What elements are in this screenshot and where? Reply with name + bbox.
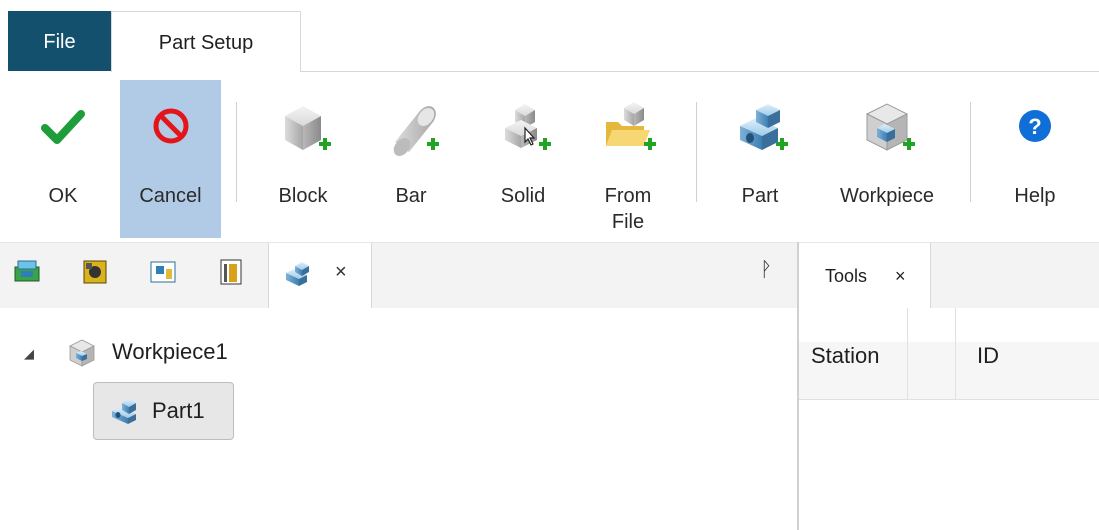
tooling-tab-icon[interactable] bbox=[80, 257, 110, 287]
close-tab-icon[interactable]: × bbox=[335, 261, 347, 284]
block-button[interactable]: Block bbox=[256, 80, 350, 238]
layout-tab-icon[interactable] bbox=[148, 257, 178, 287]
solid-label: Solid bbox=[500, 185, 546, 207]
workpiece-tree: ◢ Workpiece1 Part1 bbox=[0, 308, 797, 530]
column-divider[interactable] bbox=[955, 308, 956, 400]
solid-button[interactable]: Solid bbox=[476, 80, 570, 238]
tab-model-tree[interactable]: × bbox=[268, 243, 372, 309]
help-button[interactable]: ? Help bbox=[990, 80, 1080, 238]
workpiece-button[interactable]: Workpiece bbox=[822, 80, 952, 238]
help-label: Help bbox=[1014, 185, 1056, 207]
bar-stock-icon bbox=[393, 106, 439, 156]
column-divider[interactable] bbox=[907, 308, 908, 400]
close-tools-icon[interactable]: × bbox=[895, 266, 906, 287]
part-node-icon bbox=[112, 399, 136, 424]
help-icon: ? bbox=[1019, 110, 1051, 142]
bar-button[interactable]: Bar bbox=[366, 80, 456, 238]
part-icon bbox=[740, 104, 788, 150]
cancel-button[interactable]: Cancel bbox=[120, 80, 221, 238]
checkmark-icon bbox=[41, 110, 85, 144]
part-button[interactable]: Part bbox=[712, 80, 808, 238]
column-header-station[interactable]: Station bbox=[811, 343, 880, 369]
from-file-label: From File bbox=[604, 185, 652, 233]
part-label: Part bbox=[741, 185, 779, 207]
expand-collapse-icon[interactable]: ◢ bbox=[24, 346, 34, 362]
block-label: Block bbox=[278, 185, 328, 207]
pin-icon[interactable]: ᚹ bbox=[760, 259, 772, 282]
tools-table: Station ID bbox=[799, 308, 1099, 530]
workpiece-label: Workpiece bbox=[839, 185, 935, 207]
ok-label: OK bbox=[48, 185, 78, 207]
svg-text:?: ? bbox=[1028, 114, 1041, 139]
prohibited-icon bbox=[153, 108, 188, 144]
solid-icon bbox=[505, 104, 551, 150]
workpiece-node-label: Workpiece1 bbox=[112, 339, 228, 364]
setup-tab-icon[interactable] bbox=[12, 257, 42, 287]
workpiece-node-icon bbox=[69, 339, 95, 367]
folder-solid-icon bbox=[606, 102, 656, 150]
ok-button[interactable]: OK bbox=[10, 80, 116, 238]
cancel-label: Cancel bbox=[139, 185, 202, 207]
workpiece-icon bbox=[865, 103, 915, 151]
from-file-button[interactable]: From File bbox=[586, 80, 670, 238]
ribbon-tab-row: File Part Setup bbox=[0, 0, 1099, 72]
part-node-label: Part1 bbox=[152, 398, 205, 423]
report-tab-icon[interactable] bbox=[216, 257, 246, 287]
tab-file[interactable]: File bbox=[8, 11, 111, 71]
tree-node-part[interactable]: Part1 bbox=[93, 382, 234, 440]
block-icon bbox=[285, 106, 331, 150]
tools-tab-label: Tools bbox=[825, 266, 868, 286]
column-header-id[interactable]: ID bbox=[977, 343, 999, 369]
ribbon-separator bbox=[236, 102, 237, 202]
ribbon-separator bbox=[696, 102, 697, 202]
right-pane-tabstrip: Tools × bbox=[799, 242, 1099, 309]
ribbon-separator bbox=[970, 102, 971, 202]
part-tree-icon bbox=[286, 262, 309, 286]
tab-part-setup[interactable]: Part Setup bbox=[111, 11, 301, 72]
tab-tools[interactable]: Tools × bbox=[799, 243, 931, 309]
ribbon-toolbar: OK Cancel Block Bar Solid From File Part… bbox=[0, 72, 1099, 242]
left-pane-tabstrip: × ᚹ bbox=[0, 242, 797, 309]
bar-label: Bar bbox=[395, 185, 427, 207]
